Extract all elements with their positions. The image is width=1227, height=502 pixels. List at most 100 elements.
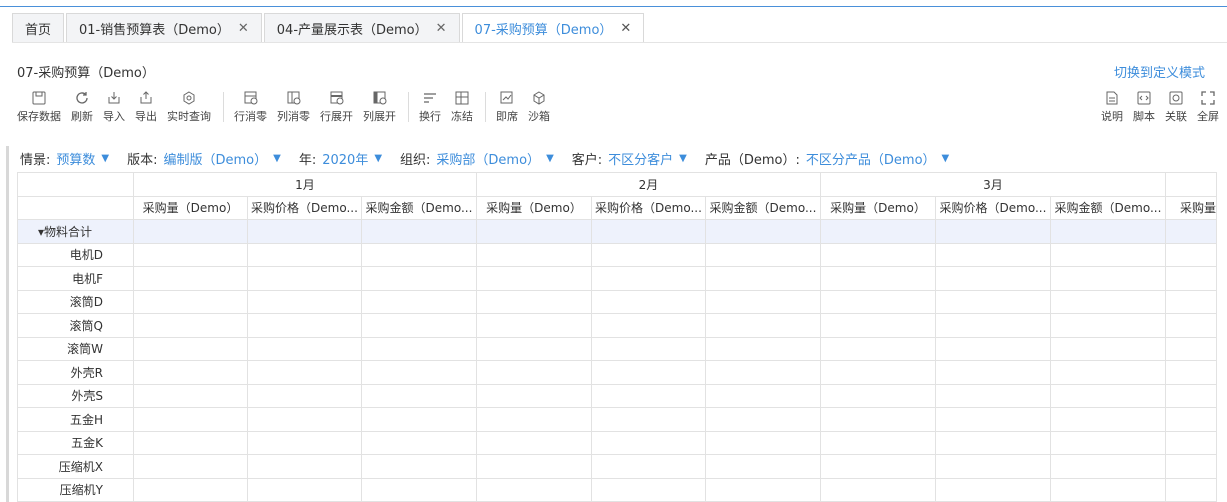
- data-cell[interactable]: [361, 219, 477, 244]
- data-cell[interactable]: [591, 219, 706, 244]
- data-cell[interactable]: [591, 430, 706, 455]
- data-cell[interactable]: [935, 266, 1051, 291]
- column-header[interactable]: 采购量: [1164, 195, 1218, 220]
- filter-value[interactable]: 编制版（Demo）: [164, 149, 268, 168]
- data-cell[interactable]: [820, 407, 936, 432]
- data-cell[interactable]: [935, 313, 1051, 338]
- column-header[interactable]: 采购金额（Demo...: [361, 195, 477, 220]
- data-cell[interactable]: [247, 313, 362, 338]
- data-cell[interactable]: [133, 219, 248, 244]
- data-cell[interactable]: [591, 360, 706, 385]
- data-cell[interactable]: [705, 219, 821, 244]
- data-cell[interactable]: [1050, 313, 1166, 338]
- filter-4[interactable]: 客户: 不区分客户 ▼: [572, 149, 687, 168]
- data-cell[interactable]: [1050, 430, 1166, 455]
- filter-value[interactable]: 不区分客户: [608, 149, 673, 168]
- data-cell[interactable]: [820, 454, 936, 479]
- data-cell[interactable]: [133, 313, 248, 338]
- data-cell[interactable]: [705, 477, 821, 502]
- data-cell[interactable]: [1164, 313, 1218, 338]
- data-cell[interactable]: [705, 242, 821, 267]
- data-cell[interactable]: [476, 360, 592, 385]
- data-cell[interactable]: [705, 454, 821, 479]
- data-cell[interactable]: [820, 383, 936, 408]
- data-cell[interactable]: [1050, 383, 1166, 408]
- tab-2[interactable]: 04-产量展示表（Demo） ✕: [263, 13, 460, 43]
- data-cell[interactable]: [705, 266, 821, 291]
- caret-down-icon[interactable]: ▼: [273, 153, 281, 164]
- data-cell[interactable]: [133, 289, 248, 314]
- data-cell[interactable]: [247, 454, 362, 479]
- data-cell[interactable]: [935, 407, 1051, 432]
- data-cell[interactable]: [935, 242, 1051, 267]
- data-cell[interactable]: [133, 336, 248, 361]
- data-cell[interactable]: [820, 242, 936, 267]
- data-cell[interactable]: [591, 477, 706, 502]
- column-header[interactable]: 采购量（Demo）: [820, 195, 936, 220]
- data-cell[interactable]: [361, 266, 477, 291]
- column-header[interactable]: 采购价格（Demo...: [935, 195, 1051, 220]
- data-cell[interactable]: [591, 266, 706, 291]
- column-header[interactable]: 采购金额（Demo...: [1050, 195, 1166, 220]
- switch-to-define-mode-link[interactable]: 切换到定义模式: [1114, 62, 1205, 81]
- toolbar-button-save[interactable]: 保存数据: [17, 90, 61, 124]
- filter-3[interactable]: 组织: 采购部（Demo） ▼: [400, 149, 554, 168]
- caret-down-icon[interactable]: ▼: [679, 153, 687, 164]
- caret-down-icon[interactable]: ▼: [101, 153, 109, 164]
- filter-value[interactable]: 预算数: [56, 149, 95, 168]
- toolbar-button-document[interactable]: 说明: [1101, 90, 1123, 124]
- data-cell[interactable]: [361, 383, 477, 408]
- caret-down-icon[interactable]: ▼: [546, 153, 554, 164]
- data-cell[interactable]: [591, 242, 706, 267]
- data-cell[interactable]: [591, 313, 706, 338]
- column-header[interactable]: 采购量（Demo）: [133, 195, 248, 220]
- data-cell[interactable]: [591, 383, 706, 408]
- toolbar-button-script[interactable]: 脚本: [1133, 90, 1155, 124]
- data-cell[interactable]: [476, 477, 592, 502]
- data-cell[interactable]: [1164, 407, 1218, 432]
- data-cell[interactable]: [1050, 336, 1166, 361]
- filter-value[interactable]: 不区分产品（Demo）: [806, 149, 936, 168]
- filter-value[interactable]: 采购部（Demo）: [436, 149, 540, 168]
- row-header[interactable]: ▾物料合计: [17, 219, 134, 244]
- data-cell[interactable]: [247, 360, 362, 385]
- data-cell[interactable]: [133, 430, 248, 455]
- tab-0[interactable]: 首页: [12, 13, 65, 43]
- data-cell[interactable]: [476, 266, 592, 291]
- data-cell[interactable]: [476, 383, 592, 408]
- data-cell[interactable]: [705, 430, 821, 455]
- data-cell[interactable]: [133, 383, 248, 408]
- caret-down-icon[interactable]: ▼: [374, 153, 382, 164]
- data-cell[interactable]: [476, 242, 592, 267]
- column-header[interactable]: 采购量（Demo）: [476, 195, 592, 220]
- data-cell[interactable]: [1050, 242, 1166, 267]
- data-cell[interactable]: [476, 219, 592, 244]
- data-cell[interactable]: [1164, 242, 1218, 267]
- close-icon[interactable]: ✕: [620, 21, 631, 36]
- tab-1[interactable]: 01-销售预算表（Demo） ✕: [66, 13, 262, 43]
- data-cell[interactable]: [476, 313, 592, 338]
- data-cell[interactable]: [1164, 360, 1218, 385]
- data-cell[interactable]: [591, 289, 706, 314]
- caret-down-icon[interactable]: ▼: [942, 153, 950, 164]
- data-cell[interactable]: [361, 407, 477, 432]
- data-cell[interactable]: [361, 477, 477, 502]
- data-cell[interactable]: [1050, 454, 1166, 479]
- data-cell[interactable]: [361, 242, 477, 267]
- data-cell[interactable]: [247, 242, 362, 267]
- toolbar-button-row-zero[interactable]: 行消零: [234, 90, 267, 124]
- data-cell[interactable]: [705, 407, 821, 432]
- data-cell[interactable]: [935, 477, 1051, 502]
- toolbar-button-freeze[interactable]: 冻结: [451, 90, 473, 124]
- data-cell[interactable]: [133, 242, 248, 267]
- data-cell[interactable]: [705, 336, 821, 361]
- data-cell[interactable]: [476, 430, 592, 455]
- data-cell[interactable]: [820, 266, 936, 291]
- data-cell[interactable]: [133, 266, 248, 291]
- toolbar-button-refresh[interactable]: 刷新: [71, 90, 93, 124]
- data-cell[interactable]: [133, 477, 248, 502]
- toolbar-button-export[interactable]: 导出: [135, 90, 157, 124]
- data-cell[interactable]: [1164, 430, 1218, 455]
- data-cell[interactable]: [247, 266, 362, 291]
- data-cell[interactable]: [1050, 477, 1166, 502]
